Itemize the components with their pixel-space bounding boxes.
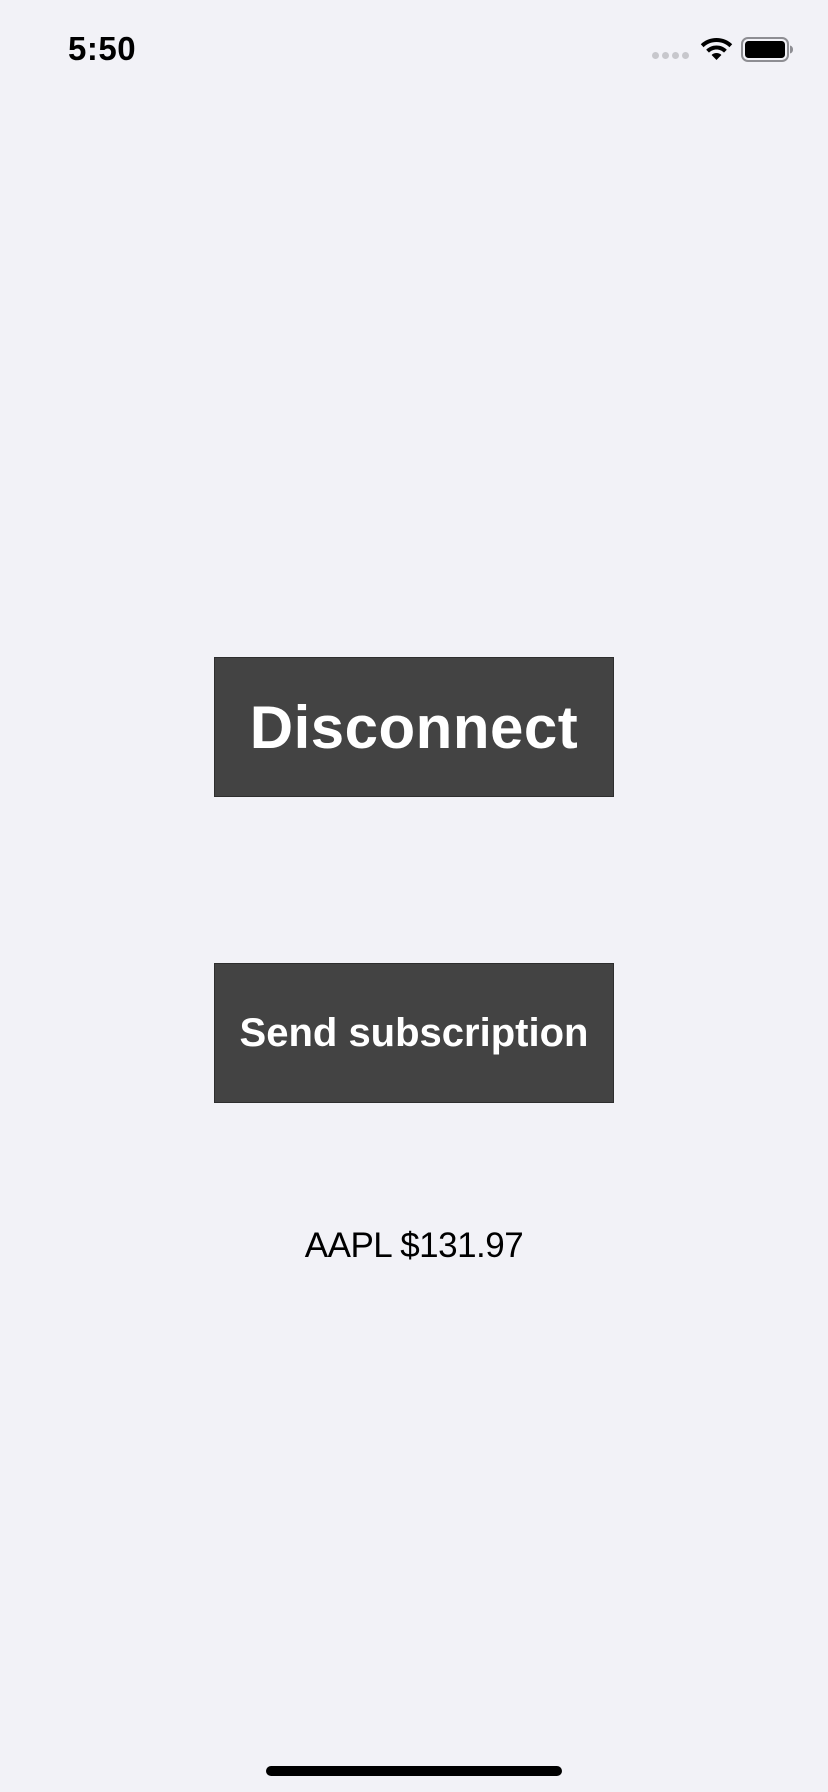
- cellular-signal-icon: [652, 52, 692, 60]
- status-time: 5:50: [68, 30, 137, 67]
- home-indicator[interactable]: [266, 1766, 562, 1776]
- wifi-icon: [700, 38, 733, 60]
- stock-quote-label: AAPL $131.97: [304, 1226, 524, 1265]
- battery-icon: [741, 37, 793, 62]
- send-subscription-button[interactable]: Send subscription: [214, 963, 614, 1103]
- status-bar: 5:50: [0, 0, 828, 100]
- disconnect-button[interactable]: Disconnect: [214, 657, 614, 797]
